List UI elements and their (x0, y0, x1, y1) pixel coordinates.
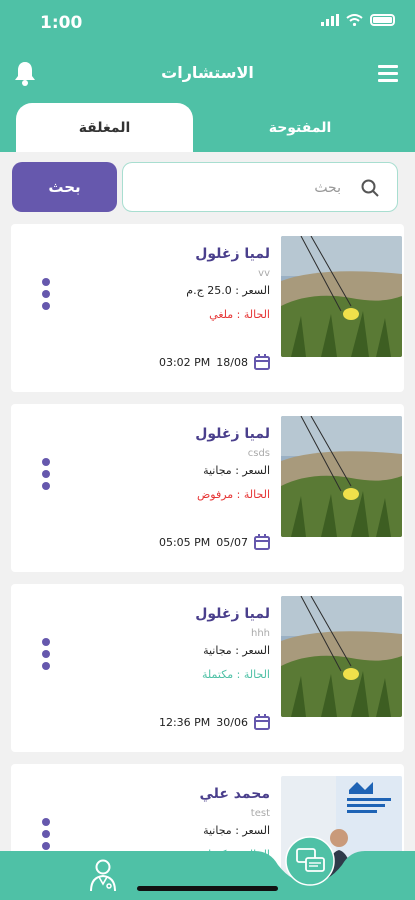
consultation-status: الحالة : ملغي (209, 308, 270, 321)
status-icons (321, 14, 395, 26)
page-title: الاستشارات (161, 63, 254, 82)
calendar-icon (254, 354, 270, 370)
consultation-status: الحالة : مكتملة (202, 668, 270, 681)
app-header: 1:00 الاستشارات المغلقة المفتوحة (0, 0, 415, 152)
search-box[interactable] (122, 162, 398, 212)
consultation-price: السعر : مجانية (203, 464, 270, 477)
status-time: 1:00 (40, 13, 83, 33)
consultation-card[interactable]: لميا زغلول hhh السعر : مجانية الحالة : م… (11, 584, 404, 752)
calendar-icon (254, 714, 270, 730)
menu-icon[interactable] (378, 65, 398, 86)
tab-closed[interactable]: المغلقة (16, 103, 193, 152)
wifi-icon (346, 14, 363, 26)
consultant-name: لميا زغلول (195, 606, 270, 622)
consultation-price: السعر : مجانية (203, 644, 270, 657)
consultation-time: 05:05 PM (158, 535, 211, 549)
flower-photo (281, 236, 402, 357)
consultation-date: 30/06 (216, 715, 248, 729)
consultant-name: محمد علي (199, 786, 270, 802)
search-icon (361, 179, 379, 197)
doctor-icon[interactable] (88, 858, 118, 892)
consultation-card[interactable]: لميا زغلول csds السعر : مجانية الحالة : … (11, 404, 404, 572)
date-row: 05:05 PM 05/07 (159, 534, 270, 550)
consultation-subtitle: hhh (250, 628, 270, 639)
home-indicator[interactable] (137, 886, 278, 891)
consultations-icon[interactable] (285, 836, 335, 886)
consultation-subtitle: test (250, 808, 270, 819)
flower-photo (281, 416, 402, 537)
battery-icon (370, 14, 395, 26)
search-input[interactable] (133, 177, 341, 199)
calendar-icon (254, 534, 270, 550)
more-options-icon[interactable] (42, 818, 50, 854)
more-options-icon[interactable] (42, 638, 50, 674)
signal-icon (321, 14, 339, 26)
more-options-icon[interactable] (42, 278, 50, 314)
consultant-name: لميا زغلول (195, 426, 270, 442)
consultation-date: 18/08 (216, 355, 248, 369)
search-button[interactable]: بحث (12, 162, 117, 212)
search-row: بحث (0, 162, 415, 212)
consultation-status: الحالة : مرفوض (196, 488, 270, 501)
consultation-subtitle: vv (258, 268, 270, 279)
consultation-subtitle: csds (247, 448, 270, 459)
consultation-price: السعر : مجانية (203, 824, 270, 837)
date-row: 03:02 PM 18/08 (159, 354, 270, 370)
consultation-time: 12:36 PM (158, 715, 211, 729)
more-options-icon[interactable] (42, 458, 50, 494)
flower-photo (281, 596, 402, 717)
consultation-price: السعر : 25.0 ج.م (186, 284, 270, 297)
tab-open[interactable]: المفتوحة (200, 103, 400, 152)
consultation-time: 03:02 PM (158, 355, 211, 369)
consultation-date: 05/07 (216, 535, 248, 549)
consultant-name: لميا زغلول (195, 246, 270, 262)
bottom-navigation (0, 851, 415, 900)
consultation-card[interactable]: لميا زغلول vv السعر : 25.0 ج.م الحالة : … (11, 224, 404, 392)
date-row: 12:36 PM 30/06 (159, 714, 270, 730)
